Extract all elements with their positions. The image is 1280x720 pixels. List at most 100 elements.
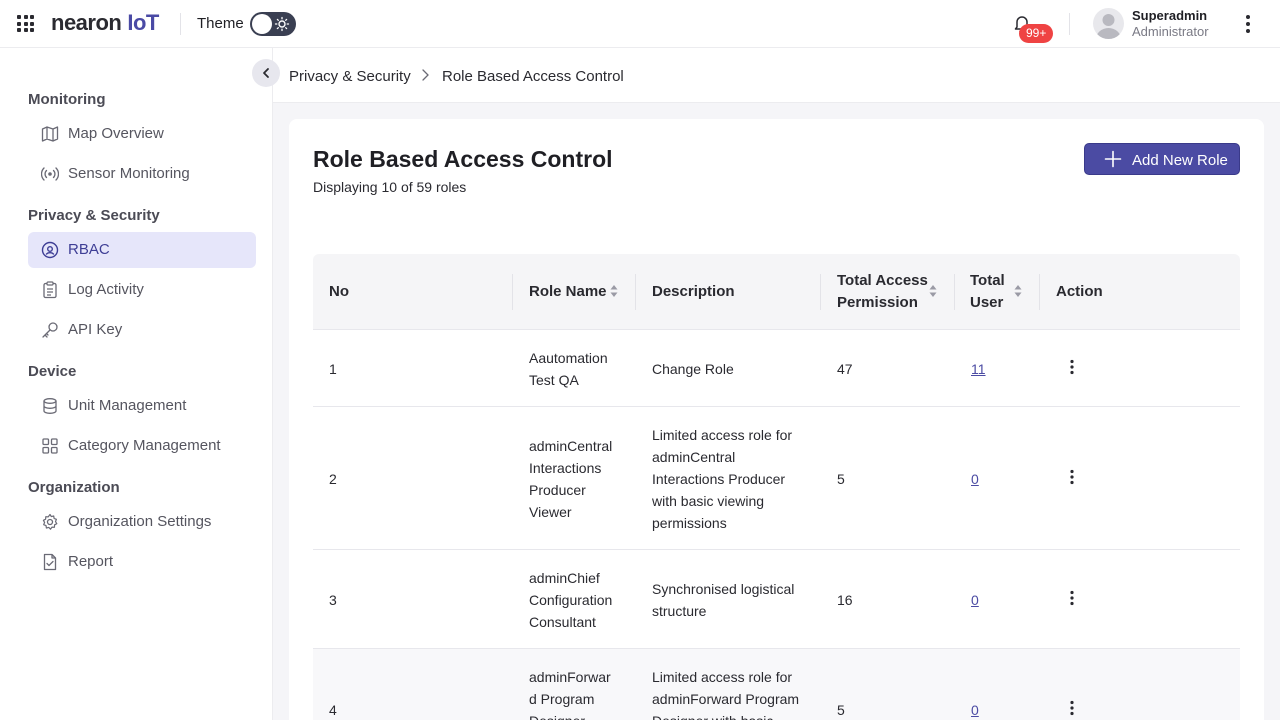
divider (1069, 13, 1070, 35)
user-role: Administrator (1132, 24, 1209, 39)
sidebar-item-label: RBAC (68, 241, 110, 258)
sidebar-item-label: Log Activity (68, 281, 144, 298)
row-actions-icon[interactable] (1069, 700, 1075, 716)
cell-description: Synchronised logistical (652, 581, 795, 597)
breadcrumb-item-privacy-security[interactable]: Privacy & Security (289, 68, 411, 85)
cell-total-access: 47 (837, 361, 853, 377)
sensor-icon (41, 167, 59, 181)
chevron-right-icon (422, 69, 429, 81)
cell-role-name: Viewer (529, 504, 572, 520)
page-subtitle: Displaying 10 of 59 roles (313, 179, 467, 195)
column-divider (820, 274, 821, 310)
more-options-icon[interactable] (1240, 14, 1256, 34)
log-icon (43, 281, 57, 299)
gear-icon (42, 513, 58, 530)
theme-label: Theme (197, 15, 244, 32)
sidebar-item-unit-management[interactable]: Unit Management (28, 388, 256, 424)
cell-no: 1 (329, 361, 337, 377)
column-header-total-user-line2[interactable]: User (970, 292, 1003, 314)
sidebar-item-log-activity[interactable]: Log Activity (28, 272, 256, 308)
sidebar-item-label: API Key (68, 321, 123, 338)
column-header-action: Action (1056, 283, 1103, 300)
key-icon (42, 322, 58, 338)
cell-total-user-link[interactable]: 0 (971, 589, 979, 611)
cell-total-access: 16 (837, 592, 853, 608)
page-title: Role Based Access Control (313, 146, 613, 172)
cell-role-name: Interactions (529, 460, 602, 476)
cell-total-user-link[interactable]: 11 (971, 358, 986, 380)
sidebar-item-rbac[interactable]: RBAC (28, 232, 256, 268)
sidebar-item-sensor-monitoring[interactable]: Sensor Monitoring (28, 156, 256, 192)
row-actions-icon[interactable] (1069, 469, 1075, 485)
column-header-role-name[interactable]: Role Name (529, 281, 607, 303)
add-new-role-button[interactable]: Add New Role (1084, 143, 1240, 175)
column-header-total-access-line2[interactable]: Permission (837, 292, 918, 314)
cell-total-access: 5 (837, 702, 845, 718)
cell-description: Designer with basic (652, 710, 773, 720)
category-icon (42, 438, 58, 454)
column-header-total-access-line1[interactable]: Total Access (837, 270, 928, 292)
cell-no: 4 (329, 702, 337, 718)
collapse-sidebar-button[interactable] (252, 59, 280, 87)
column-header-no: No (329, 283, 349, 300)
cell-role-name: adminCentral (529, 438, 613, 454)
sidebar-item-label: Organization Settings (68, 513, 212, 530)
row-actions-icon[interactable] (1069, 590, 1075, 606)
cell-total-user-link[interactable]: 0 (971, 699, 979, 720)
sort-icon[interactable] (610, 284, 618, 298)
column-divider (635, 274, 636, 310)
column-divider (954, 274, 955, 310)
sidebar-item-label: Unit Management (68, 397, 187, 414)
plus-icon (1104, 150, 1122, 168)
cell-role-name: adminForwar (529, 669, 611, 685)
logo[interactable]: nearon IoT (51, 10, 159, 36)
sort-icon[interactable] (1014, 284, 1022, 298)
top-bar: nearon IoT Theme 99+ Superadmin Administr… (0, 0, 1280, 48)
column-divider (512, 274, 513, 310)
sidebar: Monitoring Map Overview Sensor Monitorin… (0, 48, 273, 720)
cell-description: Interactions Producer (652, 471, 786, 487)
sidebar-item-map-overview[interactable]: Map Overview (28, 116, 256, 152)
table-row (313, 330, 1240, 407)
cell-role-name: d Program (529, 691, 595, 707)
shield-icon (41, 241, 59, 259)
cell-clip: Designer (529, 710, 629, 720)
user-avatar-icon (1096, 14, 1121, 39)
divider (180, 13, 181, 35)
cell-role-name: Configuration (529, 592, 613, 608)
sidebar-item-label: Sensor Monitoring (68, 165, 190, 182)
logo-brand: nearon (51, 10, 122, 35)
cell-total-user-link[interactable]: 0 (971, 468, 979, 490)
sidebar-item-category-management[interactable]: Category Management (28, 428, 256, 464)
sidebar-item-organization-settings[interactable]: Organization Settings (28, 504, 256, 540)
cell-role-name: Test QA (529, 372, 579, 388)
sidebar-item-label: Category Management (68, 437, 221, 454)
cell-no: 3 (329, 592, 337, 608)
cell-role-name: Aautomation (529, 350, 608, 366)
sidebar-section-organization: Organization (28, 479, 120, 496)
cell-description: structure (652, 603, 707, 619)
cell-role-name: Consultant (529, 614, 596, 630)
chevron-left-icon (263, 68, 269, 78)
report-icon (43, 553, 57, 571)
cell-description: adminForward Program (652, 691, 800, 707)
cell-description: permissions (652, 515, 727, 531)
theme-toggle[interactable] (250, 12, 296, 36)
logo-suffix: IoT (127, 10, 159, 35)
avatar[interactable] (1093, 8, 1124, 39)
sidebar-section-device: Device (28, 363, 77, 380)
column-header-total-user-line1[interactable]: Total (970, 270, 1005, 292)
column-header-description: Description (652, 283, 735, 300)
cell-role-name: Designer (529, 710, 585, 720)
sidebar-item-label: Map Overview (68, 125, 164, 142)
row-actions-icon[interactable] (1069, 359, 1075, 375)
cell-description: with basic viewing (652, 493, 765, 509)
user-name: Superadmin (1132, 8, 1208, 23)
sidebar-item-api-key[interactable]: API Key (28, 312, 256, 348)
apps-grid-icon[interactable] (17, 15, 34, 32)
add-new-role-label: Add New Role (1132, 152, 1228, 169)
breadcrumb-item-current: Role Based Access Control (442, 68, 624, 85)
notification-badge: 99+ (1019, 24, 1054, 43)
sidebar-item-report[interactable]: Report (28, 544, 256, 580)
sort-icon[interactable] (929, 284, 937, 298)
